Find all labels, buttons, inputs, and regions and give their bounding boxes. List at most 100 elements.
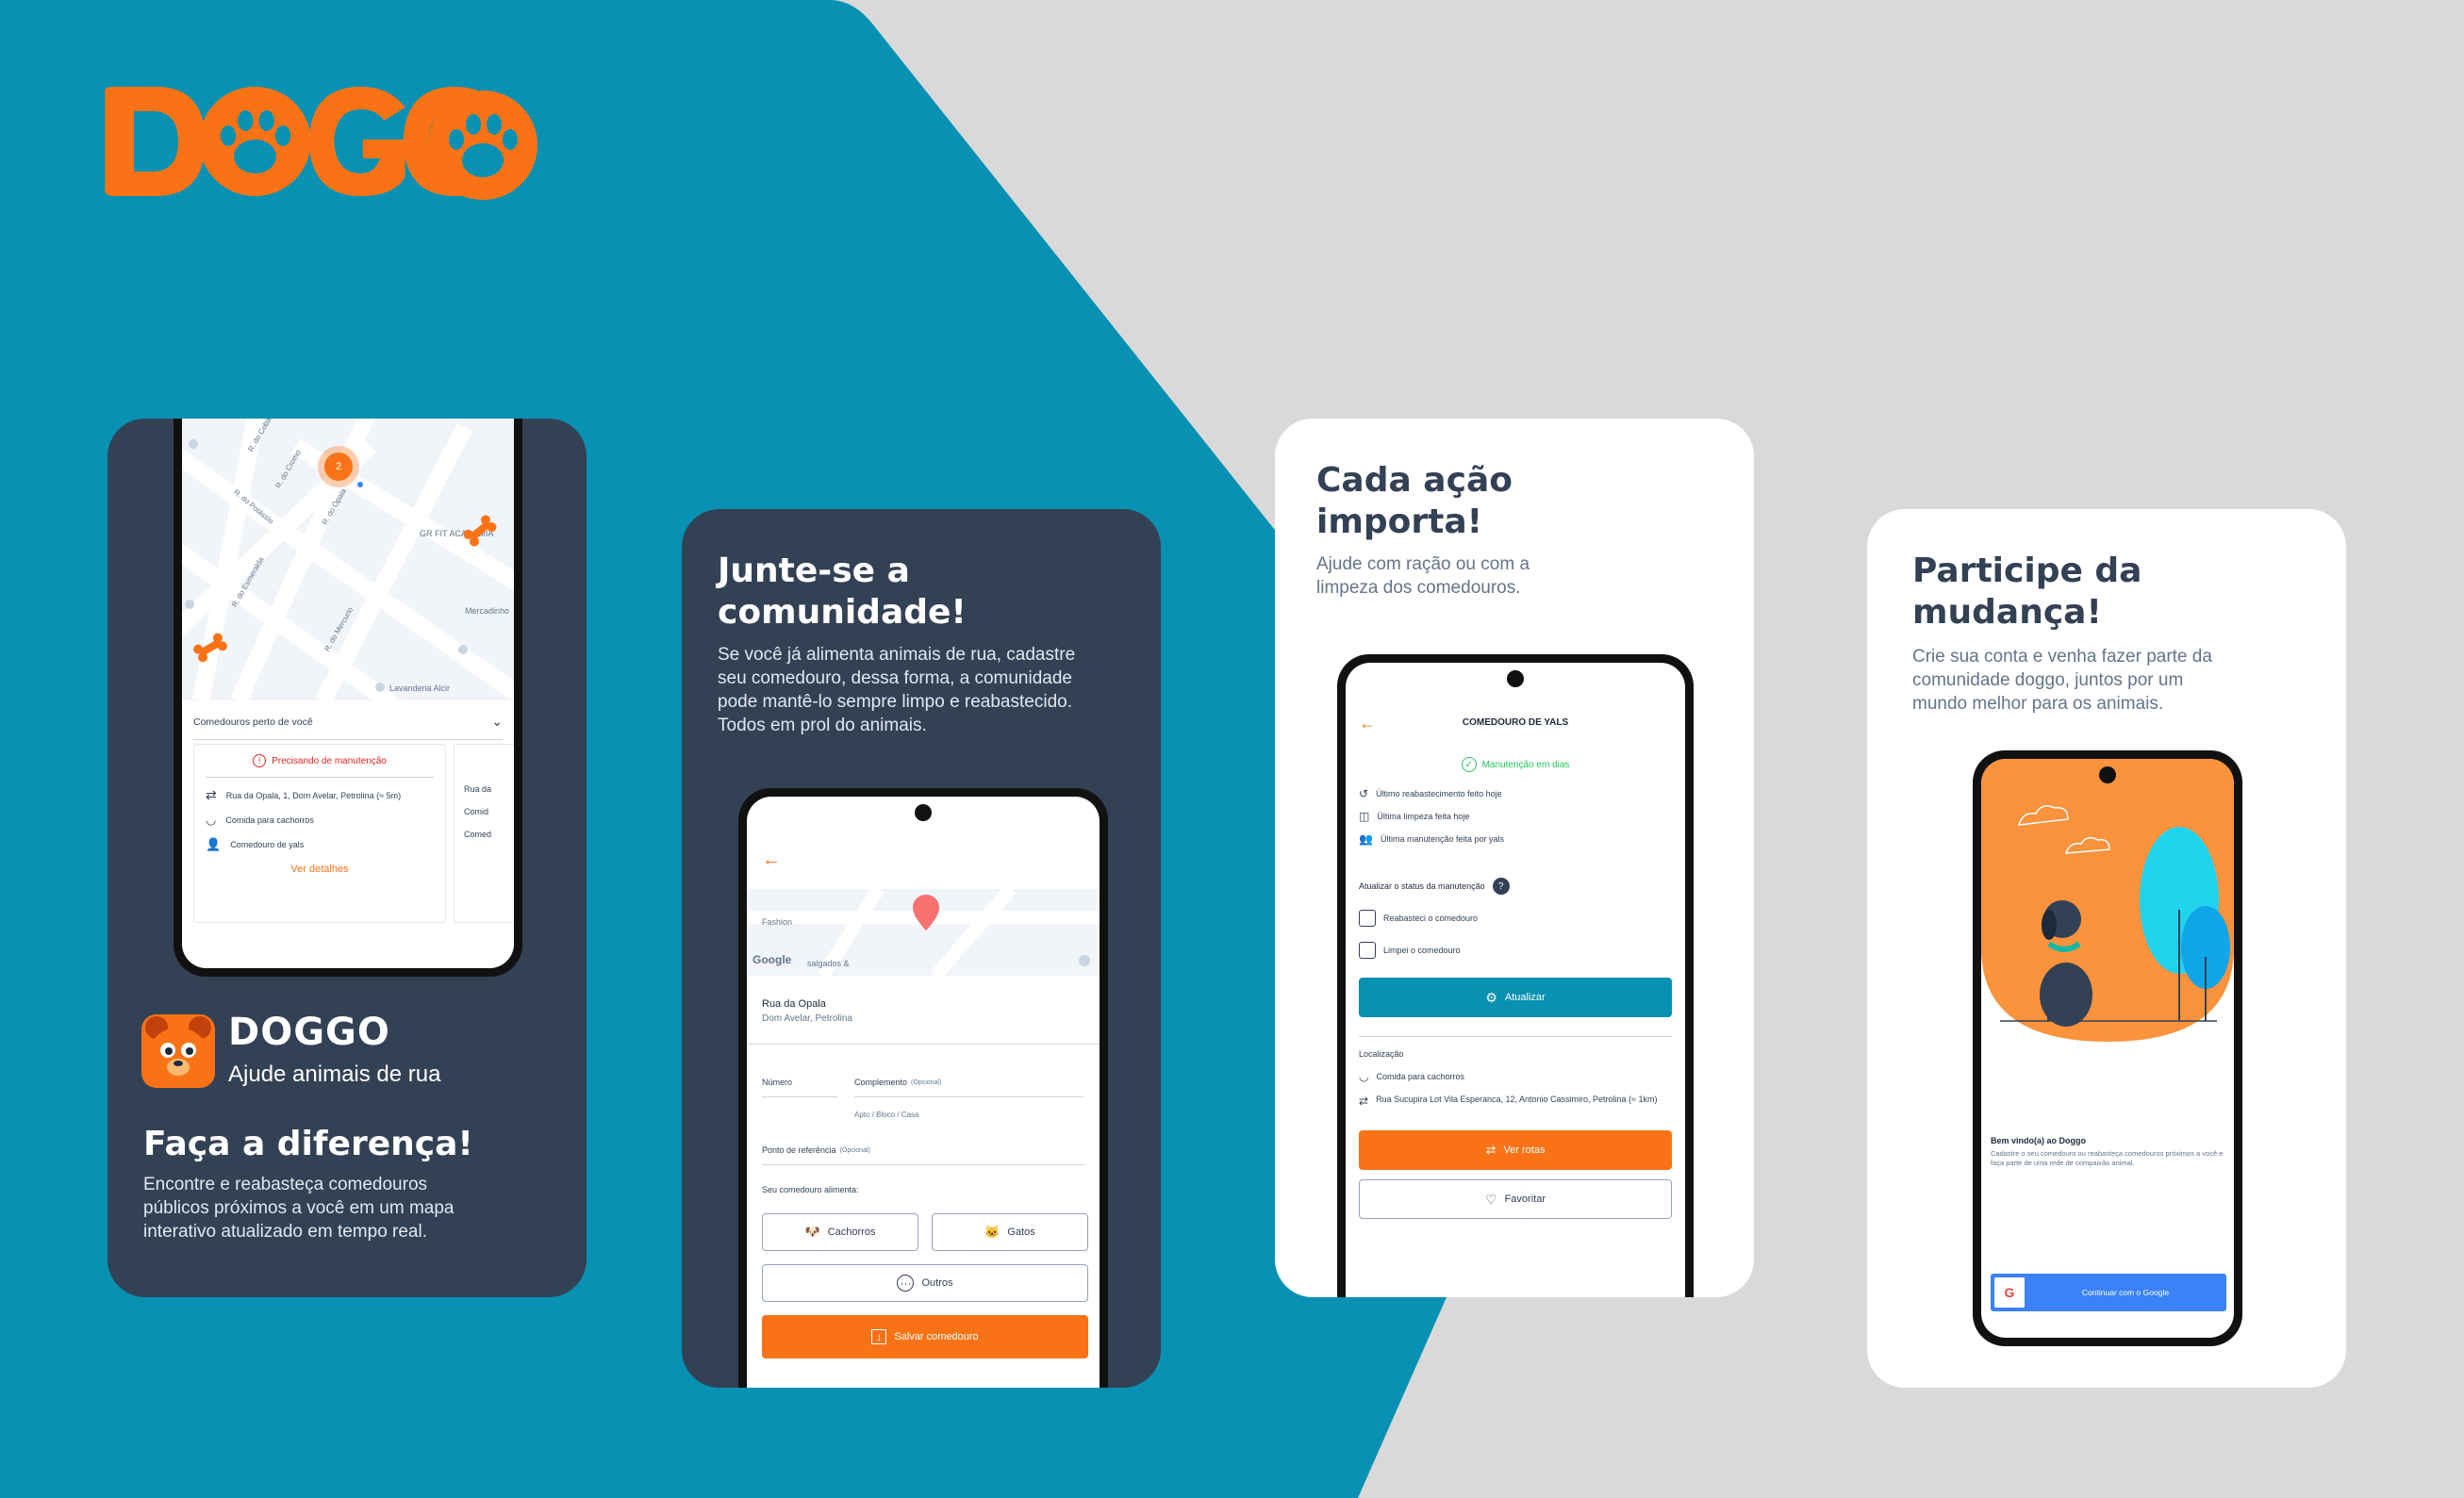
phone-feeder-detail: ← COMEDOURO DE YALS ✓ Manutenção em dias… xyxy=(1337,654,1694,1297)
nearby-sheet: Comedouros perto de você ⌄ ! Precisando … xyxy=(182,700,514,968)
others-option-button[interactable]: ··· Outros xyxy=(762,1264,1088,1302)
card4-description: Crie sua conta e venha fazer parte da co… xyxy=(1912,647,2212,714)
mini-map[interactable]: Fashion salgados & Google xyxy=(747,889,1100,976)
dogs-option-button[interactable]: 🐶 Cachorros xyxy=(762,1213,918,1251)
map-cluster-marker[interactable]: 2 xyxy=(318,446,359,487)
history-icon: ↺ xyxy=(1359,787,1369,800)
details-button[interactable]: Ver detalhes xyxy=(206,864,434,875)
card4-headline: Participe da mudança! xyxy=(1912,551,2142,632)
optional-tag: (Opcional) xyxy=(911,1078,942,1086)
feeder-food: Comida para cachorros xyxy=(225,815,314,825)
checkbox-box xyxy=(1359,910,1376,927)
bone-marker-icon[interactable] xyxy=(461,512,499,550)
clean-checkbox[interactable]: Limpei o comedouro xyxy=(1359,942,1461,959)
logo-paw-o xyxy=(428,91,537,200)
map-place-label: Lavanderia Alcir xyxy=(389,683,451,693)
help-icon[interactable]: ? xyxy=(1492,878,1510,895)
save-icon: ↓ xyxy=(871,1329,887,1344)
gear-icon: ⚙ xyxy=(1485,989,1497,1005)
map-label: salgados & xyxy=(807,959,850,968)
checkbox-box xyxy=(1359,942,1376,959)
card3-description: Ajude com ração ou com a limpeza dos com… xyxy=(1316,554,1530,598)
tagline: Ajude animais de rua xyxy=(228,1062,441,1087)
check-circle-icon: ✓ xyxy=(1461,757,1477,772)
update-button[interactable]: ⚙ Atualizar xyxy=(1359,978,1672,1017)
back-arrow-icon[interactable]: ← xyxy=(762,849,781,871)
register-screen: ← Fashion salgados & Google Rua da Opala… xyxy=(747,797,1100,1388)
phone-map: R. do Cobalto R. do Cromo R. do Potássio… xyxy=(174,419,522,977)
warning-icon: ! xyxy=(253,754,267,767)
complemento-placeholder: Apto / Bloco / Casa xyxy=(854,1111,919,1119)
card-every-action: Cada ação importa! Ajude com ração ou co… xyxy=(1275,419,1754,1297)
update-button-label: Atualizar xyxy=(1504,992,1546,1003)
location-label: Localização xyxy=(1359,1049,1404,1059)
card-participate: Participe da mudança! Crie sua conta e v… xyxy=(1867,509,2346,1388)
optional-tag: (Opcional) xyxy=(839,1146,870,1154)
cat-icon: 🐱 xyxy=(984,1225,1000,1239)
update-label: Atualizar o status da manutenção xyxy=(1359,881,1485,891)
small-logo: DOGGO xyxy=(228,1011,390,1054)
checkbox-label: Limpei o comedouro xyxy=(1383,946,1461,955)
map-label: Fashion xyxy=(762,917,793,927)
sheet-title: Comedouros perto de você xyxy=(193,716,313,728)
maintenance-status: Manutenção em dias xyxy=(1481,759,1570,770)
favorite-button[interactable]: ♡ Favoritar xyxy=(1359,1179,1672,1219)
history-item: Última limpeza feita hoje xyxy=(1377,812,1470,821)
address-line1: Rua da Opala xyxy=(762,998,826,1010)
camera-notch xyxy=(915,804,932,821)
card1-description: Encontre e reabasteça comedouros público… xyxy=(143,1175,455,1242)
dots-icon: ··· xyxy=(897,1275,915,1292)
favorite-button-label: Favoritar xyxy=(1504,1193,1546,1205)
google-signin-button[interactable]: G Continuar com o Google xyxy=(1991,1274,2226,1311)
complemento-label: Complemento xyxy=(854,1078,908,1087)
numero-label: Número xyxy=(762,1078,793,1087)
welcome-text: Cadastre o seu comedouro ou reabasteça c… xyxy=(1991,1149,2224,1167)
location-food: Comida para cachorros xyxy=(1376,1072,1465,1081)
app-icon xyxy=(141,1014,215,1088)
chevron-down-icon[interactable]: ⌄ xyxy=(491,714,503,730)
others-label: Outros xyxy=(921,1277,953,1289)
feeder-card-partial[interactable]: Rua da Comid Comed xyxy=(454,744,514,923)
bone-marker-icon[interactable] xyxy=(191,629,229,667)
signpost-icon: ⇄ xyxy=(206,787,217,802)
map-view[interactable]: R. do Cobalto R. do Cromo R. do Potássio… xyxy=(182,419,514,700)
address-line2: Dom Avelar, Petrolina xyxy=(762,1013,852,1024)
referencia-field[interactable]: Ponto de referência (Opcional) xyxy=(762,1145,1084,1165)
card2-description: Se você já alimenta animais de rua, cada… xyxy=(718,645,1076,735)
complemento-field[interactable]: Complemento (Opcional) Apto / Bloco / Cas… xyxy=(854,1078,1084,1119)
card3-headline: Cada ação importa! xyxy=(1316,461,1513,541)
feeder-card[interactable]: ! Precisando de manutenção ⇄ Rua da Opala… xyxy=(193,744,446,923)
google-button-label: Continuar com o Google xyxy=(2081,1288,2170,1297)
welcome-title: Bem vindo(a) ao Doggo xyxy=(1991,1136,2086,1145)
camera-notch xyxy=(2099,766,2116,783)
routes-button-label: Ver rotas xyxy=(1503,1144,1546,1156)
heart-icon: ♡ xyxy=(1485,1191,1497,1207)
history-item: Último reabastecimento feito hoje xyxy=(1376,789,1502,798)
dog-face-icon xyxy=(145,1016,211,1084)
phone-login: Bem vindo(a) ao Doggo Cadastre o seu com… xyxy=(1973,750,2242,1346)
cats-option-button[interactable]: 🐱 Gatos xyxy=(932,1213,1088,1251)
numero-field[interactable]: Número xyxy=(762,1078,837,1097)
checkbox-label: Reabasteci o comedouro xyxy=(1383,914,1479,923)
user-icon: 👤 xyxy=(206,837,222,851)
clean-icon: ◫ xyxy=(1359,810,1370,823)
refill-checkbox[interactable]: Reabasteci o comedouro xyxy=(1359,910,1478,927)
routes-button[interactable]: ⇄ Ver rotas xyxy=(1359,1130,1672,1170)
save-label: Salvar comedouro xyxy=(894,1331,979,1342)
feeder-detail-screen: ← COMEDOURO DE YALS ✓ Manutenção em dias… xyxy=(1346,663,1685,1297)
signpost-icon: ⇄ xyxy=(1359,1095,1369,1108)
bowl-icon: ◡ xyxy=(206,813,217,827)
card-find-feeders: R. do Cobalto R. do Cromo R. do Potássio… xyxy=(107,419,587,1297)
login-screen: Bem vindo(a) ao Doggo Cadastre o seu com… xyxy=(1981,759,2234,1338)
feeder-owner: Comedouro de yals xyxy=(230,840,305,849)
cats-label: Gatos xyxy=(1007,1226,1035,1238)
google-watermark: Google xyxy=(752,953,792,966)
map-place-label: Mercadinho xyxy=(465,606,510,616)
route-icon: ⇄ xyxy=(1485,1143,1497,1157)
location-address: Rua Sucupira Lot Vila Esperanca, 12, Ant… xyxy=(1376,1095,1658,1104)
feeds-label: Seu comedouro alimenta: xyxy=(762,1185,859,1194)
camera-notch xyxy=(1507,670,1524,687)
phone-register: ← Fashion salgados & Google Rua da Opala… xyxy=(738,788,1108,1388)
card2-headline: Junte-se a comunidade! xyxy=(718,551,967,632)
save-feeder-button[interactable]: ↓ Salvar comedouro xyxy=(762,1315,1088,1358)
